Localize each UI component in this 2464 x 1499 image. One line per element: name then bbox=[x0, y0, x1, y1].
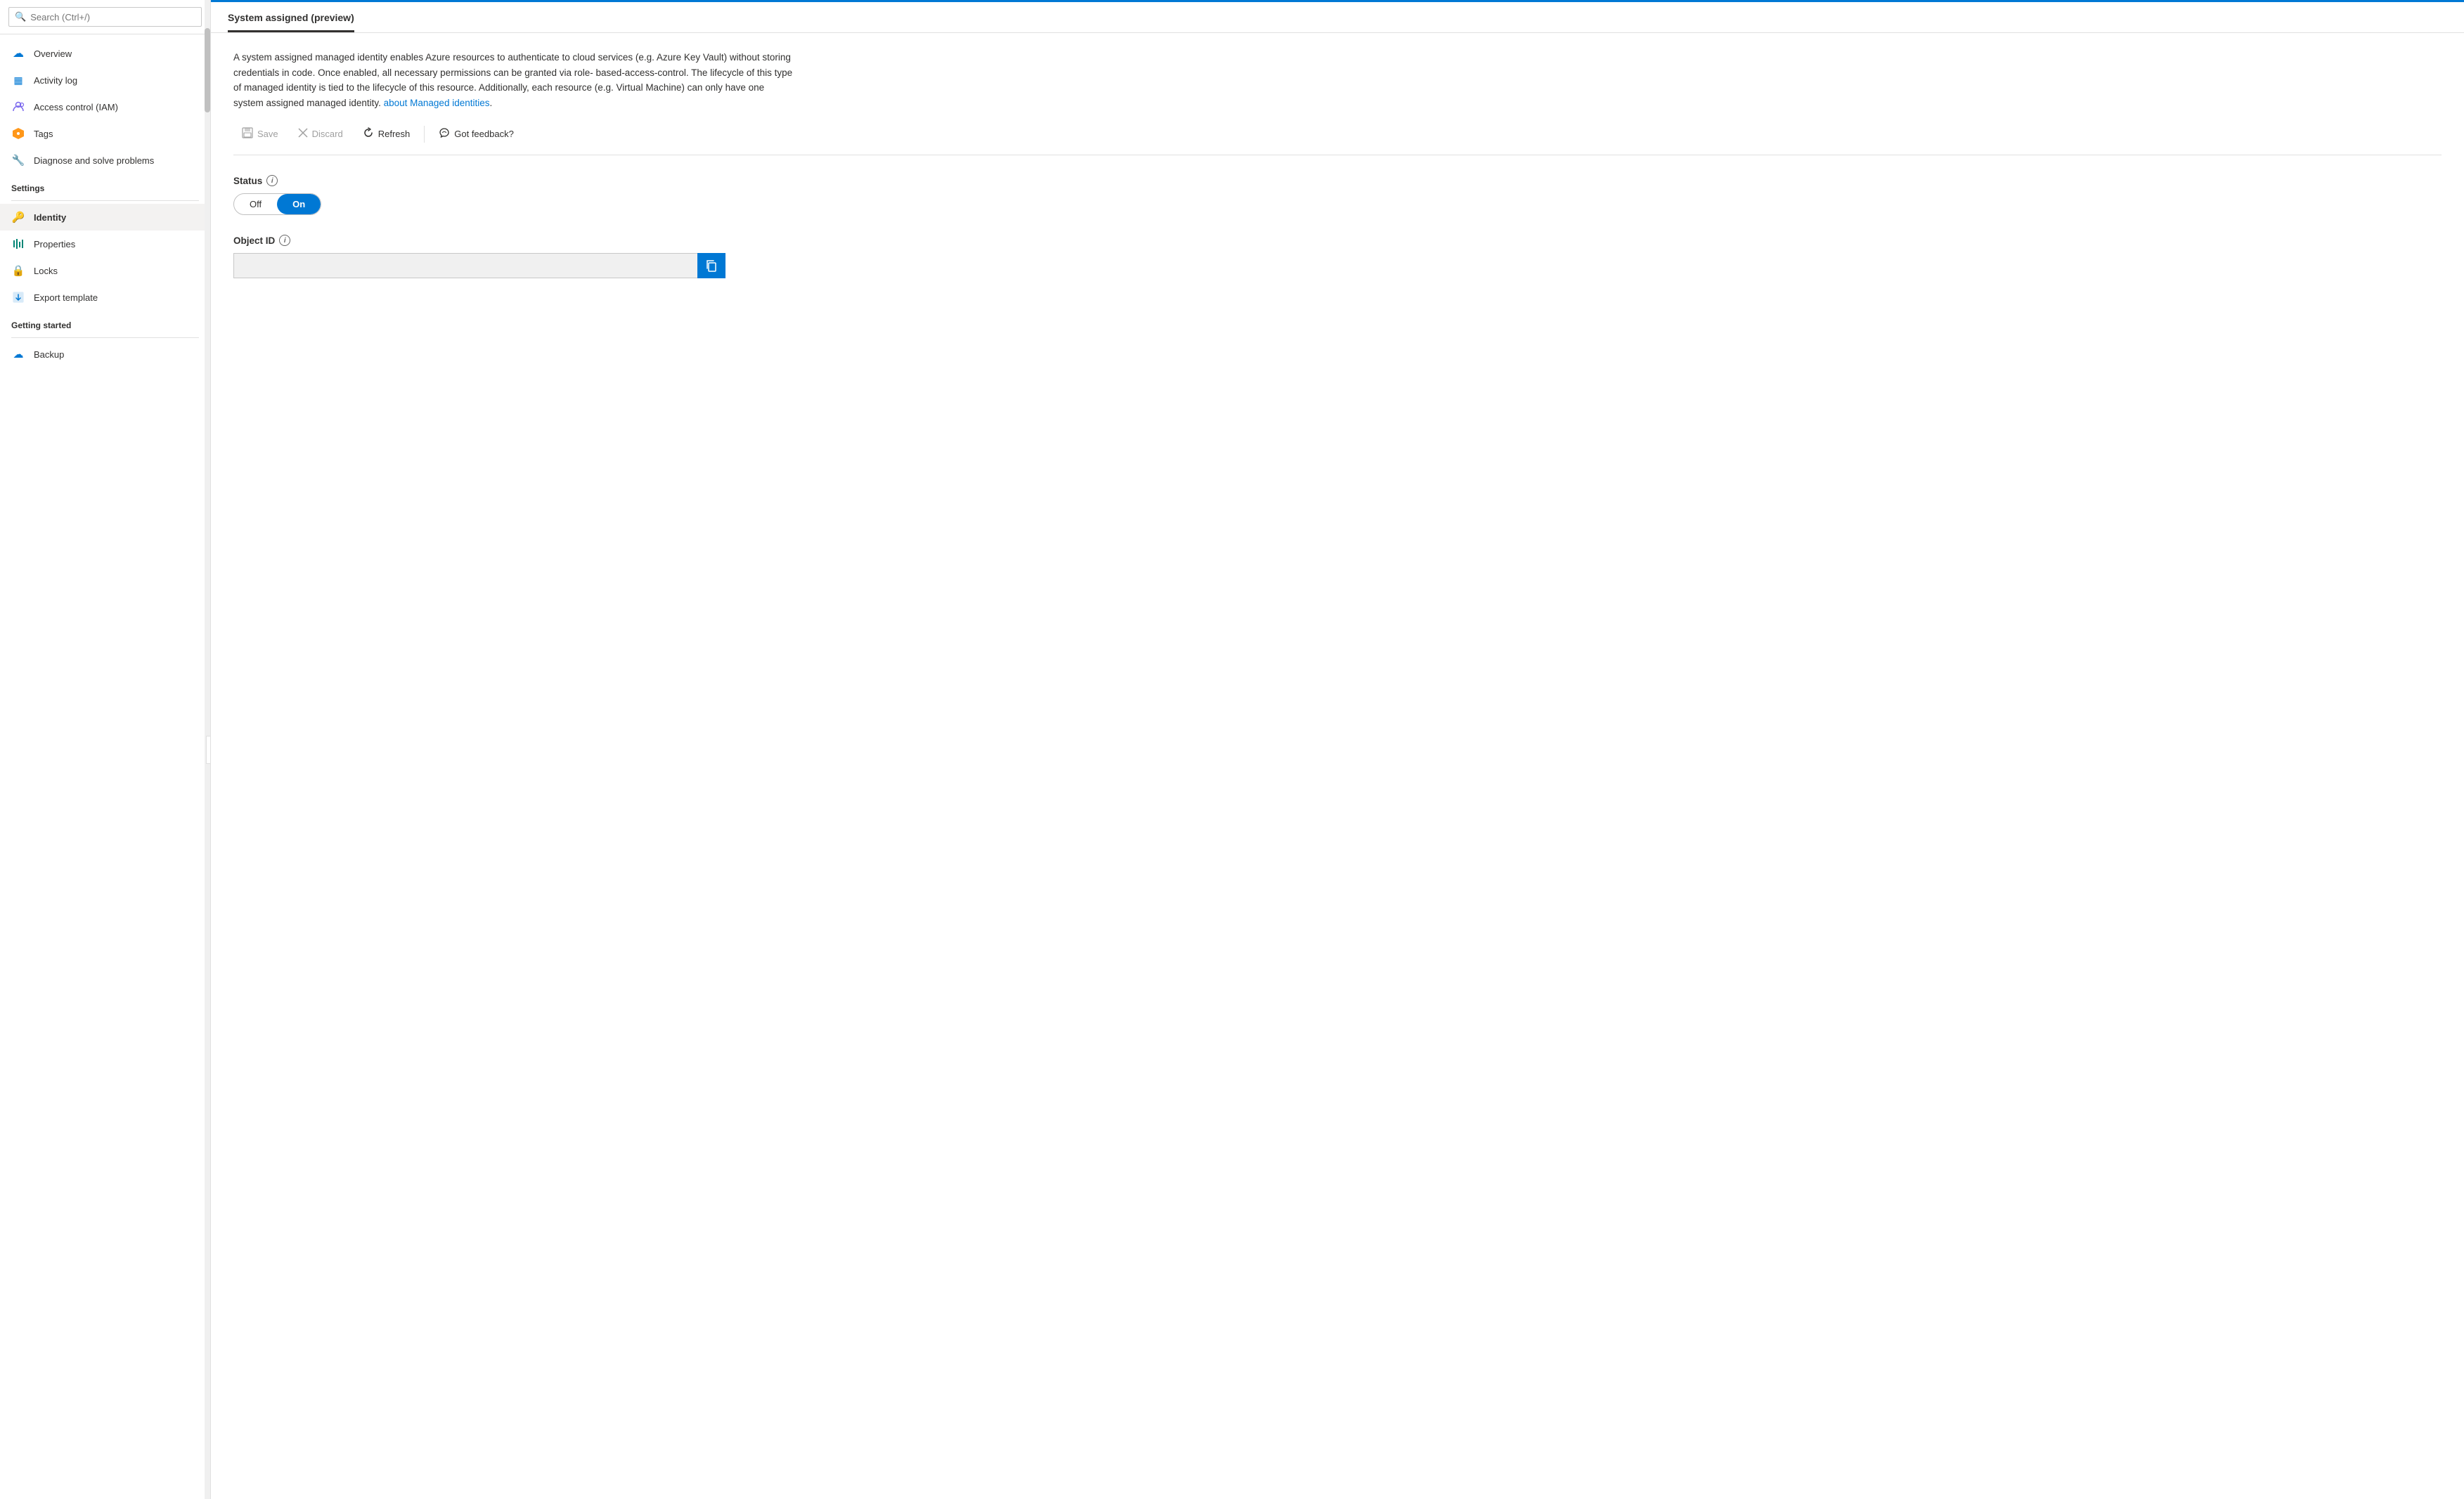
object-id-input bbox=[233, 253, 697, 278]
object-id-info-icon[interactable]: i bbox=[279, 235, 290, 246]
sidebar-item-identity[interactable]: 🔑 Identity bbox=[0, 204, 210, 231]
sidebar-item-export-template-label: Export template bbox=[34, 292, 98, 303]
sidebar-collapse-button[interactable]: « bbox=[206, 736, 211, 764]
activity-log-icon: ▦ bbox=[11, 73, 25, 87]
copy-object-id-button[interactable] bbox=[697, 253, 725, 278]
object-id-container bbox=[233, 253, 725, 278]
settings-section-header: Settings bbox=[0, 174, 210, 197]
sidebar-item-properties-label: Properties bbox=[34, 239, 75, 249]
sidebar-scroll-thumb bbox=[205, 28, 210, 112]
discard-button[interactable]: Discard bbox=[290, 124, 351, 144]
managed-identities-link[interactable]: about Managed identities bbox=[384, 98, 490, 108]
export-template-icon bbox=[11, 290, 25, 304]
sidebar-item-tags-label: Tags bbox=[34, 129, 53, 139]
toggle-off-option[interactable]: Off bbox=[234, 194, 277, 214]
properties-icon bbox=[11, 237, 25, 251]
backup-icon: ☁ bbox=[11, 347, 25, 361]
toolbar: Save Discard Refresh bbox=[233, 113, 2442, 155]
sidebar-item-locks-label: Locks bbox=[34, 266, 58, 276]
settings-divider bbox=[11, 200, 199, 201]
sidebar-item-diagnose[interactable]: 🔧 Diagnose and solve problems bbox=[0, 147, 210, 174]
sidebar-item-identity-label: Identity bbox=[34, 212, 66, 223]
refresh-icon bbox=[363, 127, 374, 141]
tags-icon bbox=[11, 126, 25, 141]
search-container: 🔍 bbox=[0, 0, 210, 34]
sidebar-item-diagnose-label: Diagnose and solve problems bbox=[34, 155, 154, 166]
sidebar-nav: ☁ Overview ▦ Activity log Access control… bbox=[0, 34, 210, 1499]
object-id-label: Object ID i bbox=[233, 235, 2442, 246]
main-content: System assigned (preview) A system assig… bbox=[211, 0, 2464, 1499]
sidebar-item-properties[interactable]: Properties bbox=[0, 231, 210, 257]
sidebar-item-export-template[interactable]: Export template bbox=[0, 284, 210, 311]
feedback-button[interactable]: Got feedback? bbox=[430, 123, 522, 145]
getting-started-divider bbox=[11, 337, 199, 338]
sidebar-item-activity-log[interactable]: ▦ Activity log bbox=[0, 67, 210, 93]
search-box[interactable]: 🔍 bbox=[8, 7, 202, 27]
feedback-icon bbox=[439, 127, 450, 141]
sidebar-item-overview-label: Overview bbox=[34, 48, 72, 59]
toolbar-separator bbox=[424, 126, 425, 143]
tab-bar: System assigned (preview) bbox=[211, 2, 2464, 33]
tab-system-assigned[interactable]: System assigned (preview) bbox=[228, 2, 354, 32]
status-info-icon[interactable]: i bbox=[266, 175, 278, 186]
sidebar-item-access-control-label: Access control (IAM) bbox=[34, 102, 118, 112]
description-text: A system assigned managed identity enabl… bbox=[233, 50, 796, 110]
sidebar-item-access-control[interactable]: Access control (IAM) bbox=[0, 93, 210, 120]
discard-icon bbox=[298, 128, 308, 140]
settings-section: Settings 🔑 Identity Properties bbox=[0, 174, 210, 311]
sidebar-item-locks[interactable]: 🔒 Locks bbox=[0, 257, 210, 284]
status-section: Status i Off On bbox=[233, 175, 2442, 215]
save-icon bbox=[242, 127, 253, 141]
locks-icon: 🔒 bbox=[11, 264, 25, 278]
content-area: A system assigned managed identity enabl… bbox=[211, 33, 2464, 1499]
status-label: Status i bbox=[233, 175, 2442, 186]
sidebar-item-activity-log-label: Activity log bbox=[34, 75, 77, 86]
search-icon: 🔍 bbox=[15, 11, 26, 22]
copy-icon bbox=[705, 259, 718, 272]
save-button[interactable]: Save bbox=[233, 123, 287, 145]
sidebar-item-backup-label: Backup bbox=[34, 349, 64, 360]
sidebar-item-tags[interactable]: Tags bbox=[0, 120, 210, 147]
status-toggle[interactable]: Off On bbox=[233, 193, 321, 215]
overview-icon: ☁ bbox=[11, 46, 25, 60]
access-control-icon bbox=[11, 100, 25, 114]
toggle-on-option[interactable]: On bbox=[277, 194, 321, 214]
sidebar-item-backup[interactable]: ☁ Backup bbox=[0, 341, 210, 368]
getting-started-section: Getting started ☁ Backup bbox=[0, 311, 210, 368]
identity-icon: 🔑 bbox=[11, 210, 25, 224]
sidebar: 🔍 ☁ Overview ▦ Activity log Access contr bbox=[0, 0, 211, 1499]
object-id-section: Object ID i bbox=[233, 235, 2442, 278]
diagnose-icon: 🔧 bbox=[11, 153, 25, 167]
getting-started-header: Getting started bbox=[0, 311, 210, 335]
sidebar-item-overview[interactable]: ☁ Overview bbox=[0, 40, 210, 67]
refresh-button[interactable]: Refresh bbox=[354, 123, 419, 145]
search-input[interactable] bbox=[30, 12, 195, 22]
